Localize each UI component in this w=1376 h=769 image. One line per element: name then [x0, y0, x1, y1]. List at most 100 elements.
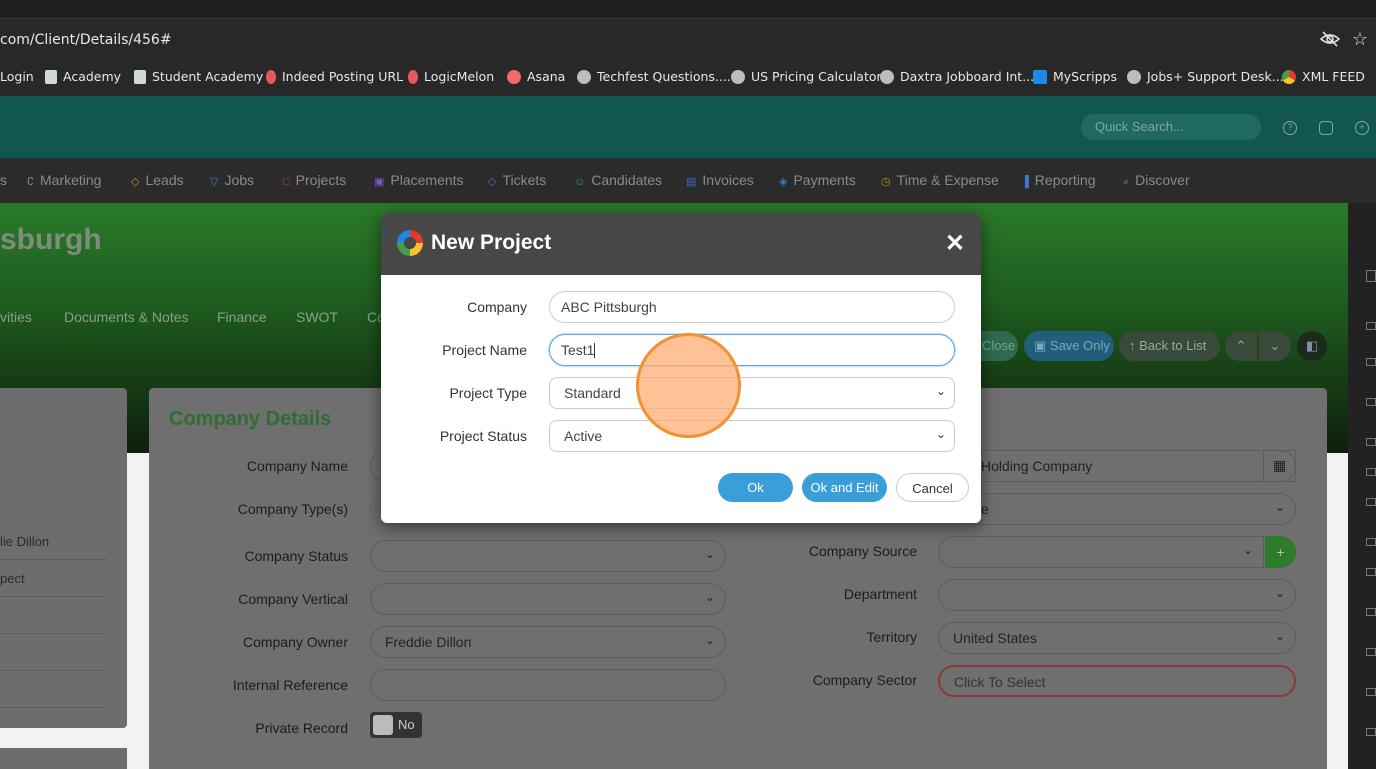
project-name-input[interactable]: Test1: [549, 334, 955, 366]
back-to-list-button[interactable]: ↑ Back to List: [1119, 331, 1220, 361]
url-text[interactable]: com/Client/Details/456#: [0, 32, 172, 48]
history-icon[interactable]: [1366, 688, 1376, 696]
nav-item-truncated[interactable]: s: [0, 172, 7, 188]
save-only-button[interactable]: ▣ Save Only: [1024, 331, 1114, 361]
nav-item-invoices[interactable]: ▤ Invoices: [686, 172, 754, 188]
chevron-down-icon: ⌄: [704, 590, 715, 604]
bookmark-login[interactable]: Login: [0, 69, 34, 84]
tab-swot[interactable]: SWOT: [296, 309, 338, 325]
previous-record-button[interactable]: ⌃: [1225, 331, 1257, 361]
bookmark-academy[interactable]: Academy: [45, 69, 121, 84]
settings-icon[interactable]: [1366, 728, 1376, 736]
nav-item-jobs[interactable]: ▽ Jobs: [210, 172, 254, 188]
nav-item-projects[interactable]: □ Projects: [283, 172, 346, 188]
private-record-label: Private Record: [255, 720, 348, 736]
department-label: Department: [843, 586, 917, 602]
nav-label: Candidates: [591, 172, 663, 188]
chevron-down-icon: ⌄: [704, 547, 715, 561]
bookmark-jobs-support[interactable]: Jobs+ Support Desk...: [1127, 69, 1284, 84]
myscripps-icon: [1033, 69, 1047, 84]
panel-icon[interactable]: [1366, 270, 1376, 282]
bookmark-myscripps[interactable]: MyScripps: [1033, 69, 1117, 84]
panel-toggle-button[interactable]: ◧: [1297, 331, 1327, 361]
right-select-2[interactable]: e ⌄: [967, 493, 1296, 525]
ok-button[interactable]: Ok: [718, 473, 793, 502]
bookmark-indeed[interactable]: Indeed Posting URL: [266, 69, 403, 84]
nav-item-leads[interactable]: ◇ Leads: [131, 172, 184, 188]
bookmark-techfest[interactable]: Techfest Questions....: [577, 69, 731, 84]
calendar-button[interactable]: ▦: [1263, 450, 1296, 482]
department-select[interactable]: ⌄: [938, 579, 1296, 611]
company-sector-input[interactable]: Click To Select: [938, 665, 1296, 697]
list-icon[interactable]: [1366, 438, 1376, 446]
nav-item-tickets[interactable]: ◇ Tickets: [488, 172, 546, 188]
close-icon[interactable]: ✕: [945, 229, 965, 258]
company-owner-select[interactable]: Freddie Dillon ⌄: [370, 626, 726, 658]
edit-icon[interactable]: [1366, 538, 1376, 546]
bookmark-label: Techfest Questions....: [597, 69, 731, 84]
back-to-list-label: Back to List: [1139, 338, 1207, 353]
tab-activities[interactable]: vities: [0, 309, 32, 325]
chat-icon[interactable]: [1319, 121, 1333, 135]
nav-item-time-expense[interactable]: ◷ Time & Expense: [881, 172, 999, 188]
add-icon[interactable]: +: [1355, 121, 1369, 135]
nav-item-marketing[interactable]: ∁ Marketing: [27, 172, 101, 188]
quick-search-input[interactable]: Quick Search...: [1081, 114, 1261, 140]
bookmark-asana[interactable]: Asana: [507, 69, 565, 84]
territory-select[interactable]: United States ⌄: [938, 622, 1296, 654]
nav-item-payments[interactable]: ◈ Payments: [779, 172, 856, 188]
nav-item-discover[interactable]: ⌕ Discover: [1123, 172, 1190, 189]
company-name-label: Company Name: [246, 458, 348, 474]
company-vertical-select[interactable]: ⌄: [370, 583, 726, 615]
next-record-button[interactable]: ⌄: [1259, 331, 1291, 361]
text-caret: [594, 343, 596, 358]
click-indicator: [636, 333, 741, 438]
bookmark-student-academy[interactable]: Student Academy: [134, 69, 263, 84]
toggle-knob: [373, 715, 393, 735]
bookmark-us-pricing[interactable]: US Pricing Calculator: [731, 69, 882, 84]
globe-icon: [1127, 69, 1141, 84]
divider: [0, 633, 107, 634]
copy-icon[interactable]: [1366, 498, 1376, 506]
globe-icon[interactable]: [1366, 648, 1376, 656]
leads-icon: ◇: [131, 176, 140, 188]
bookmark-logicmelon[interactable]: LogicMelon: [408, 69, 494, 84]
cancel-button[interactable]: Cancel: [896, 473, 969, 502]
address-bar[interactable]: com/Client/Details/456# ☆: [0, 18, 1376, 58]
save-icon: ▣: [1034, 338, 1050, 353]
bookmark-xml-feed[interactable]: XML FEED: [1282, 69, 1365, 84]
modal-header: New Project ✕: [381, 213, 981, 275]
calendar-icon: ▦: [1273, 457, 1287, 473]
ok-and-edit-button[interactable]: Ok and Edit: [802, 473, 887, 502]
private-record-toggle[interactable]: No: [370, 712, 422, 738]
holding-company-input[interactable]: Holding Company: [967, 450, 1296, 482]
project-status-label: Project Status: [439, 428, 527, 444]
nav-item-placements[interactable]: ▣ Placements: [374, 172, 464, 188]
xml-feed-icon: [1282, 69, 1296, 84]
tab-documents-notes[interactable]: Documents & Notes: [64, 309, 189, 325]
nav-item-reporting[interactable]: ▐ Reporting: [1021, 172, 1096, 188]
company-source-select[interactable]: ⌄: [938, 536, 1264, 568]
add-source-button[interactable]: +: [1265, 536, 1296, 568]
eye-off-icon[interactable]: [1320, 31, 1340, 47]
trash-icon[interactable]: [1366, 358, 1376, 366]
help-icon[interactable]: ?: [1283, 121, 1297, 135]
bookmark-label: Jobs+ Support Desk...: [1147, 69, 1284, 84]
bookmark-daxtra[interactable]: Daxtra Jobboard Int...: [880, 69, 1034, 84]
internal-reference-input[interactable]: [370, 669, 726, 701]
project-type-select[interactable]: Standard ⌄: [549, 377, 955, 409]
mail-icon[interactable]: [1366, 322, 1376, 330]
project-status-select[interactable]: Active ⌄: [549, 420, 955, 452]
document-icon[interactable]: [1366, 398, 1376, 406]
upload-icon[interactable]: [1366, 608, 1376, 616]
bookmark-label: LogicMelon: [424, 69, 495, 84]
nav-item-candidates[interactable]: ☺ Candidates: [574, 172, 662, 188]
company-input[interactable]: ABC Pittsburgh: [549, 291, 955, 323]
book-icon[interactable]: [1366, 568, 1376, 576]
company-status-select[interactable]: ⌄: [370, 540, 726, 572]
nav-label: Invoices: [702, 172, 754, 188]
bookmark-star-icon[interactable]: ☆: [1352, 29, 1368, 50]
money-icon[interactable]: [1366, 468, 1376, 476]
tab-finance[interactable]: Finance: [217, 309, 267, 325]
left-card-secondary: [0, 748, 127, 769]
